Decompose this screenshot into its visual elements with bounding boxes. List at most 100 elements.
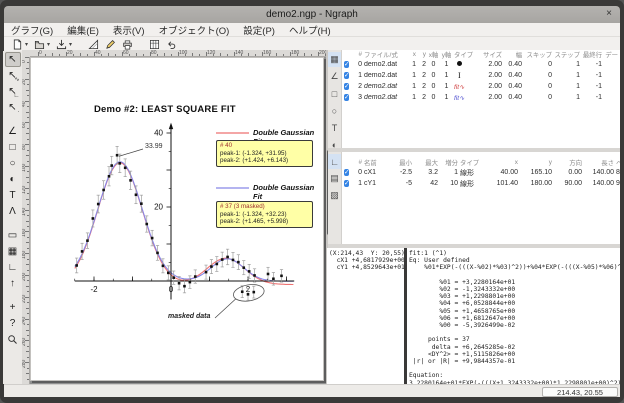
- file-row[interactable]: ✓2demo2.dat1201fit∿2.000.4001-1: [342, 81, 620, 92]
- section-graph-tool[interactable]: ▦: [5, 244, 21, 259]
- single-axis-tool[interactable]: ↑: [5, 276, 21, 291]
- data-point: [110, 164, 113, 167]
- cross-graph-tool[interactable]: ∟: [5, 260, 21, 275]
- peak-value-annotation: 33.99: [145, 143, 163, 150]
- ruler-tick: [26, 308, 29, 309]
- mark-tool[interactable]: ◐: [5, 172, 21, 187]
- dropdown-caret-icon[interactable]: ▾: [69, 41, 72, 48]
- axis-list[interactable]: #名前最小最大増分タイプxy方向長さヘ✓0cX1-2.53.21線形40.001…: [342, 152, 620, 244]
- header-cell: 方向: [554, 158, 584, 167]
- path-list-tab[interactable]: ∠: [328, 69, 341, 84]
- titlebar[interactable]: demo2.ngp - Ngraph ×: [4, 6, 620, 23]
- ruler-tick: [304, 53, 305, 56]
- sub-glyph: ·: [18, 109, 20, 115]
- draft-icon: [88, 39, 99, 50]
- gauss-tool[interactable]: Λ: [5, 204, 21, 219]
- drawing-toolbox: ↖↖∿↖∟↖· ∠□○◐TΛ ▭▦∟↑ +?: [3, 51, 23, 384]
- undo-icon: [166, 39, 177, 50]
- ruler-tick: [157, 54, 158, 56]
- header-cell: スキップ: [524, 50, 554, 59]
- toolbox-gap: [3, 116, 22, 123]
- evaluate-tool[interactable]: ?: [5, 316, 21, 331]
- cell-skip: 0: [524, 72, 554, 79]
- row-checkbox[interactable]: ✓: [342, 61, 354, 69]
- print-button[interactable]: [120, 37, 135, 51]
- file-row[interactable]: ✓3demo2.dat1201fit∿2.000.4001-1: [342, 92, 620, 103]
- legend-box-fit1-line2: peak-1: (-1.324, +31.95): [220, 150, 309, 158]
- merge-list-tab[interactable]: ▤: [328, 171, 341, 186]
- axis-list-tab[interactable]: ∟: [328, 154, 341, 169]
- menu-graph[interactable]: グラフ(G): [4, 23, 60, 37]
- header-cell: #: [354, 51, 364, 58]
- ruler-tick: [255, 54, 256, 56]
- row-checkbox[interactable]: ✓: [342, 169, 354, 177]
- legend-box-fit2: # 37 (3 masked) peak-1: (-1.324, +32.23)…: [216, 201, 313, 228]
- save-graph-button[interactable]: ▾: [54, 37, 74, 51]
- arc-list-tab[interactable]: ○: [328, 103, 341, 118]
- menu-edit[interactable]: 編集(E): [60, 23, 106, 37]
- ruler-label: 280: [22, 360, 27, 368]
- ruler-label: 120: [207, 50, 215, 56]
- file-row[interactable]: ✓0demo2.dat12012.000.4001-1: [342, 59, 620, 70]
- row-checkbox[interactable]: ✓: [342, 94, 354, 102]
- arc-tool[interactable]: ○: [5, 156, 21, 171]
- cell-x: 1: [408, 72, 418, 79]
- zoom-tool[interactable]: [5, 332, 21, 347]
- graph-paper[interactable]: -2022040 Demo #2: LEAST SQUARE FIT Doubl…: [30, 57, 324, 381]
- row-checkbox[interactable]: ✓: [342, 180, 354, 188]
- ruler-tick: [101, 54, 102, 56]
- cell-inc: 10: [440, 180, 460, 187]
- svg-text:0: 0: [169, 285, 174, 294]
- axis-row[interactable]: ✓0cX1-2.53.21線形40.00165.100.00140.008: [342, 167, 620, 178]
- rectangle-list-tab[interactable]: □: [328, 86, 341, 101]
- data-point: [167, 272, 170, 275]
- header-cell: サイズ: [480, 50, 504, 59]
- data-file-list[interactable]: #ファイル/式xyx軸y軸タイプサイズ幅スキップステップ最終行デー✓0demo2…: [342, 50, 620, 148]
- menu-object[interactable]: オブジェクト(O): [152, 23, 237, 37]
- row-checkbox[interactable]: ✓: [342, 83, 354, 91]
- math-button[interactable]: [147, 37, 162, 51]
- axis-pointer-tool[interactable]: ↖∟: [5, 84, 21, 99]
- data-list-tab[interactable]: ▦: [328, 52, 341, 67]
- ruler-tick: [73, 54, 74, 56]
- ruler-tick: [27, 62, 29, 63]
- save-icon: [56, 39, 67, 50]
- checkbox-icon: ✓: [344, 72, 349, 79]
- ruler-label: 200: [22, 273, 27, 281]
- rectangle-tool[interactable]: □: [5, 140, 21, 155]
- menu-view[interactable]: 表示(V): [106, 23, 152, 37]
- data-read-tool[interactable]: +: [5, 300, 21, 315]
- undo-button[interactable]: [164, 37, 179, 51]
- line-tool[interactable]: ∠: [5, 124, 21, 139]
- data-pointer-tool[interactable]: ↖·: [5, 100, 21, 115]
- axis-scale-button[interactable]: [86, 37, 101, 51]
- menu-help[interactable]: ヘルプ(H): [282, 23, 338, 37]
- text-list-tab[interactable]: T: [328, 120, 341, 135]
- axis-row[interactable]: ✓1cY1-54210線形101.40180.0090.00140.009: [342, 178, 620, 189]
- data-point: [81, 250, 84, 253]
- dropdown-caret-icon[interactable]: ▾: [47, 41, 50, 48]
- data-point: [247, 293, 250, 296]
- ruler-tick: [45, 54, 46, 56]
- legend-pointer-tool[interactable]: ↖∿: [5, 68, 21, 83]
- cell-y: 2: [418, 72, 428, 79]
- pointer-tool[interactable]: ↖: [5, 52, 21, 67]
- text-list-icon: T: [332, 123, 338, 133]
- data-point: [241, 290, 244, 293]
- load-graph-button[interactable]: ▾: [32, 37, 52, 51]
- menu-settings[interactable]: 設定(P): [236, 23, 282, 37]
- parameter-list-tab[interactable]: ▨: [328, 188, 341, 203]
- ruler-tick: [115, 54, 116, 56]
- file-list-header: #ファイル/式xyx軸y軸タイプサイズ幅スキップステップ最終行デー: [342, 50, 620, 59]
- draw-button[interactable]: [103, 37, 118, 51]
- new-graph-button[interactable]: ▾: [10, 37, 30, 51]
- text-tool[interactable]: T: [5, 188, 21, 203]
- file-row[interactable]: ✓1demo2.dat1201I2.000.4001-1: [342, 70, 620, 81]
- row-checkbox[interactable]: ✓: [342, 72, 354, 80]
- frame-graph-tool[interactable]: ▭: [5, 228, 21, 243]
- ruler-tick: [26, 264, 29, 265]
- dropdown-caret-icon[interactable]: ▾: [25, 41, 28, 48]
- graph-canvas[interactable]: 020406080100120140160180200 020406080100…: [22, 50, 326, 384]
- data-point: [140, 202, 143, 205]
- close-button[interactable]: ×: [606, 8, 612, 19]
